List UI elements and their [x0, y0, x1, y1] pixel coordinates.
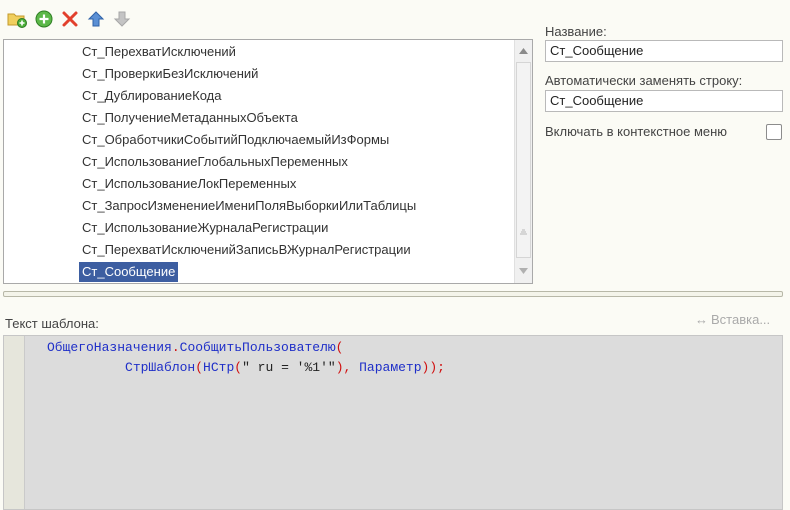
tree-item[interactable]: Ст_ОбработчикиСобытийПодключаемыйИзФормы: [79, 130, 392, 150]
name-label: Название:: [545, 24, 607, 39]
folder-add-icon: [7, 13, 27, 28]
replace-field[interactable]: Ст_Сообщение: [545, 90, 783, 112]
arrow-up-icon: [87, 11, 105, 27]
context-menu-label: Включать в контекстное меню: [545, 124, 728, 139]
code-paren: (: [335, 340, 344, 355]
grip-icon: [520, 229, 527, 235]
splitter[interactable]: [3, 291, 783, 297]
tree-item[interactable]: Ст_ПерехватИсключений: [79, 42, 239, 62]
name-field[interactable]: Ст_Сообщение: [545, 40, 783, 62]
code-paren: (: [195, 360, 204, 375]
insert-button[interactable]: ↔ Вставка...: [695, 312, 770, 327]
tree-item-selected[interactable]: Ст_Сообщение: [79, 262, 179, 282]
tree-item[interactable]: Ст_ИспользованиеЛокПеременных: [79, 174, 299, 194]
tree-item[interactable]: Ст_ПолучениеМетаданныхОбъекта: [79, 108, 301, 128]
code-param: Параметр: [359, 360, 422, 375]
code-module: ОбщегоНазначения: [47, 340, 172, 355]
code-line-2: СтрШаблон(НСтр(" ru = '%1'"), Параметр))…: [47, 358, 445, 378]
code-editor[interactable]: ОбщегоНазначения.СообщитьПользователю( С…: [3, 335, 783, 510]
tree-item[interactable]: Ст_ПерехватИсключенийЗаписьВЖурналРегист…: [79, 240, 414, 260]
template-tree[interactable]: Ст_ПерехватИсключений Ст_ПроверкиБезИскл…: [3, 39, 533, 284]
tree-item[interactable]: Ст_ПроверкиБезИсключений: [79, 64, 261, 84]
code-method: СообщитьПользователю: [179, 340, 336, 355]
tree-scrollbar[interactable]: [514, 40, 532, 283]
insert-label: Вставка...: [711, 312, 771, 327]
code-paren: ),: [335, 360, 352, 375]
move-up-button[interactable]: [85, 8, 107, 30]
code-func: СтрШаблон: [125, 360, 196, 375]
template-label: Текст шаблона:: [5, 316, 99, 331]
plus-circle-icon: [35, 10, 53, 28]
red-x-icon: [62, 11, 78, 27]
arrow-down-icon: [113, 11, 131, 27]
tree-item[interactable]: Ст_ЗапросИзменениеИмениПоляВыборкиИлиТаб…: [79, 196, 419, 216]
tree-item[interactable]: Ст_ИспользованиеЖурналаРегистрации: [79, 218, 331, 238]
scroll-up-arrow[interactable]: [515, 42, 532, 60]
code-dot: .: [171, 340, 180, 355]
scroll-down-arrow[interactable]: [515, 262, 532, 280]
replace-label: Автоматически заменять строку:: [545, 73, 743, 88]
tree-item[interactable]: Ст_ДублированиеКода: [79, 86, 224, 106]
tree-item[interactable]: Ст_ИспользованиеГлобальныхПеременных: [79, 152, 351, 172]
triangle-down-icon: [519, 268, 528, 274]
context-menu-checkbox[interactable]: [766, 124, 782, 140]
code-func2: НСтр: [203, 360, 235, 375]
code-line-1: ОбщегоНазначения.СообщитьПользователю(: [47, 338, 343, 358]
delete-button[interactable]: [59, 8, 81, 30]
code-paren: ));: [421, 360, 445, 375]
code-string: " ru = '%1'": [242, 360, 336, 375]
code-gutter: [4, 336, 25, 509]
double-arrow-icon: ↔: [695, 312, 708, 327]
code-paren: (: [234, 360, 243, 375]
scroll-thumb[interactable]: [516, 62, 531, 258]
move-down-button[interactable]: [111, 8, 133, 30]
add-item-button[interactable]: [33, 8, 55, 30]
triangle-up-icon: [519, 48, 528, 54]
add-group-button[interactable]: [6, 8, 28, 30]
